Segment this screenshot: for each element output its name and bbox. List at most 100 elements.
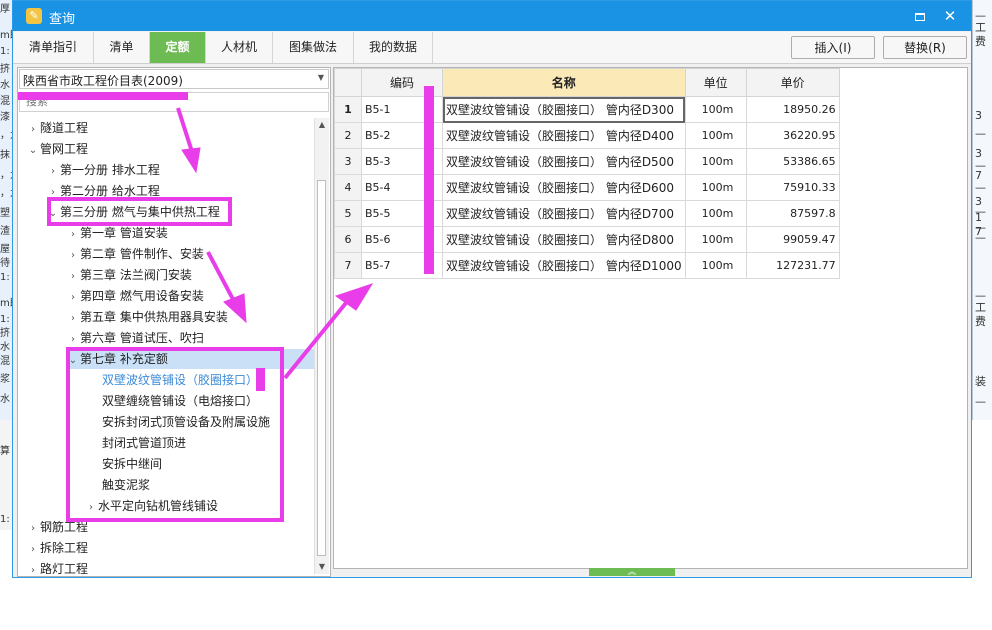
tree-chevron-icon[interactable]: › (66, 225, 80, 245)
search-input[interactable] (19, 92, 329, 112)
scroll-down-icon[interactable]: ▼ (315, 560, 329, 574)
library-select-value: 陕西省市政工程价目表(2009) (23, 74, 183, 88)
table-row[interactable]: 4 B5-4 双壁波纹管铺设（胶圈接口） 管内径D600 100m 75910.… (334, 174, 840, 201)
tree-chevron-icon[interactable]: ⌄ (66, 351, 80, 371)
code-cell: B5-7 (361, 252, 443, 279)
name-cell[interactable]: 双壁波纹管铺设（胶圈接口） 管内径D800 (442, 226, 686, 253)
tree-chevron-icon[interactable]: › (46, 162, 60, 182)
row-number: 1 (334, 96, 362, 123)
tree-node[interactable]: › 第六章 管道试压、吹扫 (66, 328, 204, 348)
name-cell[interactable]: 双壁波纹管铺设（胶圈接口） 管内径D300 (442, 96, 686, 123)
quota-tree-panel: 陕西省市政工程价目表(2009) ▼ ›隧道工程 ⌄管网工程 ›第一分册 排水工… (17, 67, 331, 577)
background-text: 3 (975, 109, 982, 122)
tree-node[interactable]: › 第一分册 排水工程 (46, 160, 160, 180)
tree-node[interactable]: ⌄ 管网工程 (26, 139, 88, 159)
close-button[interactable]: ✕ (939, 6, 961, 26)
tree-leaf-active[interactable]: 双壁波纹管铺设（胶圈接口） (88, 370, 258, 390)
unit-cell: 100m (684, 174, 747, 201)
column-header-unit[interactable]: 单位 (684, 68, 747, 97)
tree-scrollbar[interactable]: ▲ ▼ (314, 118, 329, 574)
table-row[interactable]: 2 B5-2 双壁波纹管铺设（胶圈接口） 管内径D400 100m 36220.… (334, 122, 840, 149)
tree-node[interactable]: › 第五章 集中供热用器具安装 (66, 307, 228, 327)
column-header-code[interactable]: 编码 (361, 68, 443, 97)
title-bar[interactable]: ✎ 查询 ✕ (13, 1, 971, 31)
code-cell: B5-6 (361, 226, 443, 253)
tree-chevron-icon[interactable]: › (66, 246, 80, 266)
name-cell[interactable]: 双壁波纹管铺设（胶圈接口） 管内径D400 (442, 122, 686, 149)
tree-node[interactable]: ⌄ 第三分册 燃气与集中供热工程 (46, 202, 220, 222)
tree-node-selected[interactable]: ⌄ 第七章 补充定额 (66, 349, 314, 369)
tab-my-data[interactable]: 我的数据 (354, 32, 433, 63)
scroll-up-icon[interactable]: ▲ (315, 118, 329, 132)
background-text: — (975, 127, 986, 140)
tree-node[interactable]: › 隧道工程 (26, 118, 88, 138)
price-cell: 36220.95 (745, 122, 840, 149)
tree-leaf[interactable]: 双壁缠绕管铺设（电熔接口） (88, 391, 258, 411)
table-row[interactable]: 6 B5-6 双壁波纹管铺设（胶圈接口） 管内径D800 100m 99059.… (334, 226, 840, 253)
tree-chevron-icon[interactable]: › (66, 309, 80, 329)
tab-bill[interactable]: 清单 (94, 32, 150, 63)
tree-node[interactable]: › 拆除工程 (26, 538, 88, 558)
tab-bill-guide[interactable]: 清单指引 (13, 32, 94, 63)
maximize-button[interactable] (909, 6, 931, 26)
tab-quota[interactable]: 定额 (150, 32, 206, 63)
tree-chevron-icon[interactable]: › (66, 267, 80, 287)
price-cell: 18950.26 (745, 96, 840, 123)
tree-node[interactable]: › 第二分册 给水工程 (46, 181, 160, 201)
tree-leaf[interactable]: 安拆中继间 (88, 454, 162, 474)
tree-chevron-icon[interactable]: › (66, 330, 80, 350)
replace-button[interactable]: 替换(R) (883, 36, 967, 59)
tree-chevron-icon[interactable]: › (66, 288, 80, 308)
tree-chevron-icon[interactable]: › (26, 120, 40, 140)
tree-chevron-icon[interactable]: ⌄ (46, 204, 60, 224)
background-text: 1: (0, 514, 10, 525)
table-row[interactable]: 1 B5-1 双壁波纹管铺设（胶圈接口） 管内径D300 100m 18950.… (334, 96, 840, 123)
background-text: — (975, 231, 986, 244)
tab-atlas-method[interactable]: 图集做法 (273, 32, 354, 63)
library-select[interactable]: 陕西省市政工程价目表(2009) ▼ (19, 69, 329, 89)
column-header-price[interactable]: 单价 (745, 68, 840, 97)
table-row[interactable]: 3 B5-3 双壁波纹管铺设（胶圈接口） 管内径D500 100m 53386.… (334, 148, 840, 175)
scroll-thumb[interactable] (317, 180, 326, 556)
tree-chevron-icon[interactable]: › (26, 540, 40, 560)
background-right-column: — 工 费 3 — 3 — 7 — 3 — 1 — 7 — — 工 费 装 — (972, 0, 992, 420)
unit-cell: 100m (684, 252, 747, 279)
tree-chevron-icon[interactable]: › (46, 183, 60, 203)
name-cell[interactable]: 双壁波纹管铺设（胶圈接口） 管内径D500 (442, 148, 686, 175)
background-text: — (975, 181, 986, 194)
tree-node[interactable]: › 钢筋工程 (26, 517, 88, 537)
name-cell[interactable]: 双壁波纹管铺设（胶圈接口） 管内径D700 (442, 200, 686, 227)
tab-labor-material-machine[interactable]: 人材机 (206, 32, 273, 63)
tree-chevron-icon[interactable]: ⌄ (26, 141, 40, 161)
tree-chevron-icon[interactable]: › (84, 498, 98, 518)
code-cell: B5-2 (361, 122, 443, 149)
background-text: 浆 (0, 374, 10, 385)
tree-node[interactable]: › 第三章 法兰阀门安装 (66, 265, 192, 285)
tree-node[interactable]: › 第四章 燃气用设备安装 (66, 286, 204, 306)
tree-leaf[interactable]: 安拆封闭式顶管设备及附属设施 (88, 412, 270, 432)
unit-cell: 100m (684, 122, 747, 149)
background-text: 挤 (0, 328, 10, 339)
unit-cell: 100m (684, 226, 747, 253)
table-row[interactable]: 7 B5-7 双壁波纹管铺设（胶圈接口） 管内径D1000 100m 12723… (334, 252, 840, 279)
table-row[interactable]: 5 B5-5 双壁波纹管铺设（胶圈接口） 管内径D700 100m 87597.… (334, 200, 840, 227)
tree-node[interactable]: › 第一章 管道安装 (66, 223, 168, 243)
column-header-name[interactable]: 名称 (442, 68, 686, 97)
insert-button[interactable]: 插入(I) (791, 36, 875, 59)
background-text: 抹 (0, 150, 10, 161)
tree-leaf[interactable]: 触变泥浆 (88, 475, 150, 495)
panel-resize-grip[interactable]: ︽ (589, 568, 675, 576)
tree-node[interactable]: › 第二章 管件制作、安装 (66, 244, 204, 264)
tree-node[interactable]: › 水平定向钻机管线铺设 (84, 496, 218, 516)
background-text: 水 (0, 394, 10, 405)
background-text: 装 (975, 375, 986, 388)
price-cell: 87597.8 (745, 200, 840, 227)
name-cell[interactable]: 双壁波纹管铺设（胶圈接口） 管内径D600 (442, 174, 686, 201)
name-cell[interactable]: 双壁波纹管铺设（胶圈接口） 管内径D1000 (442, 252, 686, 279)
tree-leaf[interactable]: 封闭式管道顶进 (88, 433, 186, 453)
tree-chevron-icon[interactable]: › (26, 561, 40, 574)
tree-node[interactable]: › 路灯工程 (26, 559, 88, 574)
background-text: 屋 (0, 244, 10, 255)
column-header-rownum (334, 68, 362, 97)
tree-chevron-icon[interactable]: › (26, 519, 40, 539)
